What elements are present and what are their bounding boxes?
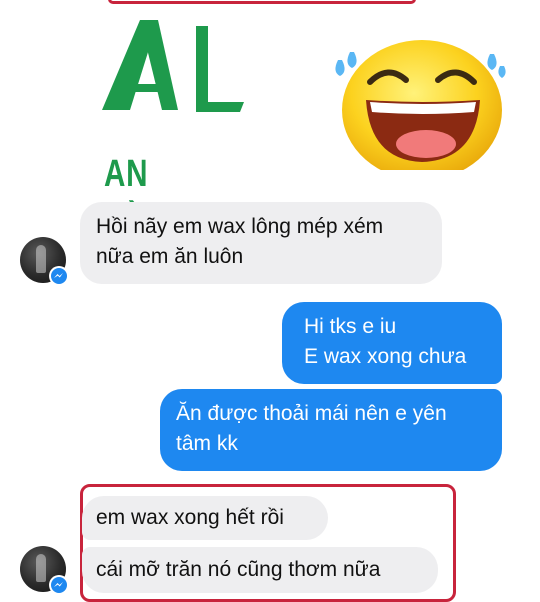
message-text: Ăn được thoải mái nên e yên [176,402,447,425]
message-text: nữa em ăn luôn [96,245,244,268]
message-bubble-incoming[interactable]: Hồi nãy em wax lông mép xém nữa em ăn lu… [80,202,442,284]
message-text: Hi tks e iu [304,315,397,338]
brand-name: AN LÀNH [104,153,189,243]
message-text: E wax xong chưa [304,345,467,368]
message-bubble-incoming[interactable]: cái mỡ trăn nó cũng thơm nữa [82,547,438,593]
message-bubble-incoming[interactable]: em wax xong hết rồi [82,496,328,540]
message-text: cái mỡ trăn nó cũng thơm nữa [96,558,381,581]
message-text: em wax xong hết rồi [96,506,284,529]
sender-avatar[interactable] [20,546,69,595]
messenger-badge-icon [49,266,69,286]
message-text: Hồi nãy em wax lông mép xém [96,215,384,238]
highlight-frame-top [108,0,416,4]
laughing-tears-emoji [330,20,510,170]
sender-avatar[interactable] [20,237,69,286]
al-logo-mark [102,20,244,112]
message-bubble-outgoing[interactable]: Ăn được thoải mái nên e yên tâm kk [160,389,502,471]
message-text: tâm kk [176,432,238,455]
messenger-badge-icon [49,575,69,595]
message-bubble-outgoing[interactable]: Hi tks e iu E wax xong chưa [282,302,502,384]
